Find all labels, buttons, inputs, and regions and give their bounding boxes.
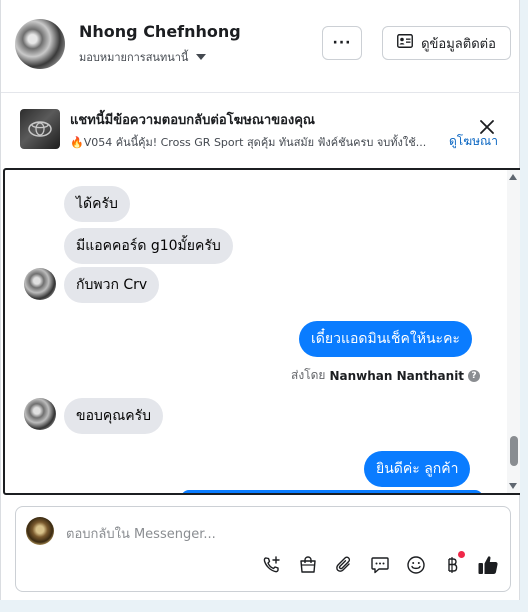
contact-name[interactable]: Nhong Chefnhong [79,22,241,41]
message-bubble-outgoing-partial[interactable] [181,490,483,493]
message-bubble-incoming[interactable]: มีแอคคอร์ด g10มั้ยครับ [64,228,233,264]
view-contact-info-button[interactable]: ดูข้อมูลติดต่อ [382,26,511,60]
header-divider [1,92,521,93]
ad-banner-subtitle: 🔥V054 คันนี้คุ้ม! Cross GR Sport สุดคุ้ม… [70,136,427,149]
assign-label: มอบหมายการสนทนานี้ [79,51,189,64]
thumbs-up-icon[interactable] [476,553,500,577]
paperclip-icon[interactable] [332,553,356,577]
car-logo-icon [28,121,52,137]
scrollbar[interactable] [507,170,521,493]
saved-replies-icon[interactable] [368,553,392,577]
assign-conversation-dropdown[interactable]: มอบหมายการสนทนานี้ [79,48,207,66]
reply-composer[interactable]: ตอบกลับใน Messenger... [15,506,511,592]
message-bubble-incoming[interactable]: กับพวก Crv [64,267,160,303]
message-bubble-incoming[interactable]: ขอบคุณครับ [64,398,163,434]
call-add-icon[interactable] [260,553,284,577]
conversation-header: Nhong Chefnhong มอบหมายการสนทนานี้ ··· ด… [1,0,521,92]
conversation-panel: Nhong Chefnhong มอบหมายการสนทนานี้ ··· ด… [0,0,523,600]
message-bubble-outgoing[interactable]: ยินดีค่ะ ลูกค้า [364,451,471,487]
sent-by-label: ส่งโดย Nanwhan Nanthanit ? [291,366,481,385]
ad-banner-title: แชทนี้มีข้อความตอบกลับต่อโฆษณาของคุณ [70,113,315,128]
more-dots-label: ··· [332,35,352,51]
notification-dot [458,551,465,558]
scroll-down-arrow-icon[interactable] [509,483,517,489]
scrollbar-thumb[interactable] [510,436,518,466]
sender-avatar[interactable] [24,268,56,300]
info-icon[interactable]: ? [468,369,481,382]
page-background-strip [520,0,528,612]
close-icon[interactable] [477,117,497,137]
message-bubble-outgoing[interactable]: เดี๋ยวแอดมินเช็คให้นะคะ [299,321,472,357]
sent-by-prefix: ส่งโดย [291,368,326,382]
ad-thumbnail[interactable] [20,109,60,149]
caret-down-icon [196,54,207,60]
message-bubble-incoming[interactable]: ได้ครับ [64,186,130,222]
message-thread[interactable]: ได้ครับ มีแอคคอร์ด g10มั้ยครับ กับพวก Cr… [3,168,523,495]
shopping-bag-icon[interactable] [296,553,320,577]
reply-input[interactable]: ตอบกลับใน Messenger... [66,523,216,544]
sent-by-name[interactable]: Nanwhan Nanthanit [329,369,464,383]
scroll-up-arrow-icon[interactable] [509,174,517,180]
more-options-button[interactable]: ··· [322,26,362,60]
page-avatar [26,517,54,545]
contact-avatar[interactable] [15,19,65,69]
view-contact-info-label: ดูข้อมูลติดต่อ [421,36,496,52]
sender-avatar[interactable] [24,398,56,430]
contact-card-icon [397,34,414,52]
emoji-icon[interactable] [404,553,428,577]
